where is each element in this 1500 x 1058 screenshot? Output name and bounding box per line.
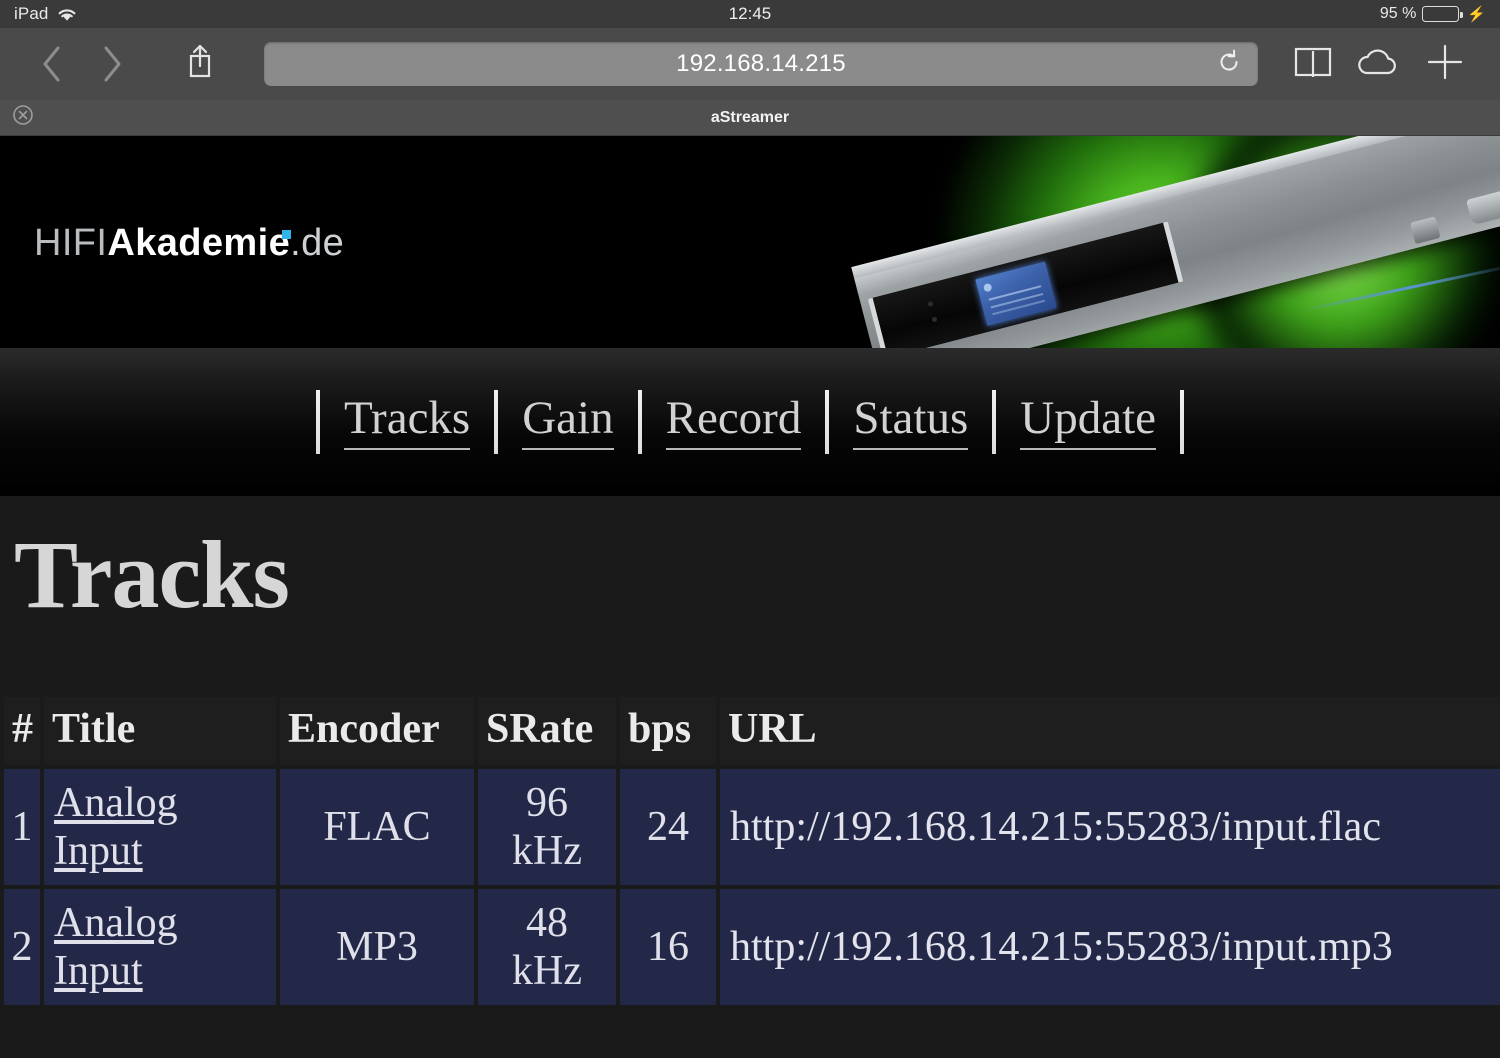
hero-banner: HIFIAkademie.de bbox=[0, 136, 1500, 348]
nav-separator bbox=[992, 390, 997, 454]
nav-separator bbox=[637, 390, 642, 454]
browser-toolbar: 192.168.14.215 bbox=[0, 28, 1500, 100]
column-header-encoder: Encoder bbox=[280, 697, 474, 766]
battery-icon bbox=[1422, 6, 1463, 22]
nav-separator bbox=[494, 390, 499, 454]
cell-bps: 16 bbox=[620, 889, 716, 1006]
cell-encoder: MP3 bbox=[280, 889, 474, 1006]
logo-hifi: HIFI bbox=[34, 222, 108, 264]
chevron-right-icon bbox=[100, 44, 124, 84]
nav-separator bbox=[316, 390, 320, 454]
cell-track-title: Analog Input bbox=[44, 769, 276, 886]
table-row: 1 Analog Input FLAC 96 kHz 24 http://192… bbox=[4, 769, 1500, 886]
ios-status-bar: iPad 12:45 95 % ⚡ bbox=[0, 0, 1500, 28]
nav-item-record[interactable]: Record bbox=[665, 393, 802, 450]
page-title: Tracks bbox=[14, 521, 290, 628]
logo-accent-dot bbox=[282, 230, 291, 239]
cell-track-number: 2 bbox=[4, 889, 40, 1006]
wifi-icon bbox=[56, 7, 78, 23]
address-bar[interactable]: 192.168.14.215 bbox=[264, 42, 1258, 86]
tracks-table: # Title Encoder SRate bps URL 1 Analog I… bbox=[0, 693, 1500, 1009]
cell-srate: 96 kHz bbox=[478, 769, 616, 886]
column-header-url: URL bbox=[720, 697, 1500, 766]
table-header-row: # Title Encoder SRate bps URL bbox=[4, 697, 1500, 766]
amplifier-lcd-display bbox=[975, 261, 1057, 326]
site-logo[interactable]: HIFIAkademie.de bbox=[34, 222, 344, 265]
cell-bps: 24 bbox=[620, 769, 716, 886]
nav-separator bbox=[1180, 390, 1184, 454]
book-icon bbox=[1293, 45, 1333, 84]
column-header-title: Title bbox=[44, 697, 276, 766]
lightning-bolt-icon: ⚡ bbox=[1467, 6, 1486, 23]
track-title-link[interactable]: Analog Input bbox=[54, 780, 178, 874]
cell-srate: 48 kHz bbox=[478, 889, 616, 1006]
share-button[interactable] bbox=[170, 36, 230, 92]
logo-akademie: Akademie bbox=[107, 222, 291, 264]
logo-de: .de bbox=[290, 222, 345, 264]
cell-encoder: FLAC bbox=[280, 769, 474, 886]
cell-url: http://192.168.14.215:55283/input.flac bbox=[720, 769, 1500, 886]
tab-bar: aStreamer bbox=[0, 100, 1500, 136]
track-title-link[interactable]: Analog Input bbox=[54, 900, 178, 994]
url-text: 192.168.14.215 bbox=[676, 50, 846, 77]
nav-item-status[interactable]: Status bbox=[853, 393, 969, 450]
nav-items: Tracks Gain Record Status Update bbox=[292, 390, 1208, 454]
column-header-bps: bps bbox=[620, 697, 716, 766]
cloud-icon bbox=[1356, 46, 1402, 83]
tab-title[interactable]: aStreamer bbox=[0, 109, 1500, 127]
plus-icon bbox=[1425, 42, 1465, 87]
webpage-content: HIFIAkademie.de Tracks Gain Record Statu… bbox=[0, 136, 1500, 1058]
stream-url: http://192.168.14.215:55283/input.flac bbox=[730, 804, 1381, 851]
icloud-tabs-button[interactable] bbox=[1346, 36, 1412, 92]
new-tab-button[interactable] bbox=[1412, 36, 1478, 92]
column-header-num: # bbox=[4, 697, 40, 766]
column-header-srate: SRate bbox=[478, 697, 616, 766]
reload-button[interactable] bbox=[1216, 49, 1242, 80]
nav-item-tracks[interactable]: Tracks bbox=[344, 393, 471, 450]
reload-icon bbox=[1216, 49, 1242, 80]
site-navigation: Tracks Gain Record Status Update bbox=[0, 348, 1500, 496]
stream-url: http://192.168.14.215:55283/input.mp3 bbox=[730, 924, 1393, 971]
device-name: iPad bbox=[14, 4, 49, 23]
cell-url: http://192.168.14.215:55283/input.mp3 bbox=[720, 889, 1500, 1006]
bookmarks-button[interactable] bbox=[1280, 36, 1346, 92]
table-row: 2 Analog Input MP3 48 kHz 16 http://192.… bbox=[4, 889, 1500, 1006]
forward-button[interactable] bbox=[82, 36, 142, 92]
nav-separator bbox=[825, 390, 830, 454]
chevron-left-icon bbox=[40, 44, 64, 84]
cell-track-number: 1 bbox=[4, 769, 40, 886]
cell-track-title: Analog Input bbox=[44, 889, 276, 1006]
back-button[interactable] bbox=[22, 36, 82, 92]
nav-item-update[interactable]: Update bbox=[1020, 393, 1156, 450]
share-icon bbox=[185, 42, 215, 87]
status-bar-right: 95 % ⚡ bbox=[1380, 5, 1486, 23]
battery-percent-label: 95 % bbox=[1379, 5, 1417, 22]
main-content: Tracks # Title Encoder SRate bps URL 1 A… bbox=[0, 496, 1500, 1058]
status-bar-clock: 12:45 bbox=[728, 4, 772, 23]
nav-item-gain[interactable]: Gain bbox=[522, 393, 614, 450]
status-bar-left: iPad bbox=[14, 4, 78, 24]
